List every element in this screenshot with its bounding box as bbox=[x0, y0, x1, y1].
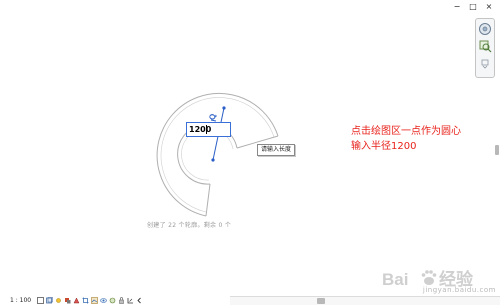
reveal-hidden-icon[interactable] bbox=[109, 297, 116, 304]
show-crop-icon[interactable] bbox=[91, 297, 98, 304]
render-icon[interactable] bbox=[73, 297, 80, 304]
detail-level-icon[interactable] bbox=[37, 297, 45, 304]
vertical-scrollbar[interactable] bbox=[494, 0, 500, 292]
annotation-line-1: 点击绘图区一点作为圆心 bbox=[351, 126, 461, 137]
chevron-left-icon[interactable] bbox=[136, 297, 143, 304]
window-controls: − □ × bbox=[450, 2, 496, 11]
visual-style-icon[interactable] bbox=[46, 297, 53, 304]
svg-text:Bai: Bai bbox=[382, 270, 408, 289]
radius-endpoint bbox=[222, 106, 226, 110]
nav-options-icon[interactable] bbox=[478, 56, 492, 70]
minimize-button[interactable]: − bbox=[450, 2, 464, 11]
crop-region-icon[interactable] bbox=[82, 297, 89, 304]
temporary-hide-icon[interactable] bbox=[100, 297, 107, 304]
lock-3d-icon[interactable] bbox=[118, 297, 125, 304]
view-scale[interactable]: 1 : 100 bbox=[10, 297, 31, 304]
length-tooltip: 请输入长度 bbox=[257, 144, 296, 156]
end-cap-left bbox=[205, 183, 211, 217]
sun-path-icon[interactable] bbox=[55, 297, 62, 304]
instruction-annotation: 点击绘图区一点作为圆心 输入半径1200 bbox=[351, 124, 461, 154]
annotation-line-2: 输入半径1200 bbox=[351, 141, 417, 152]
maximize-button[interactable]: □ bbox=[466, 2, 480, 11]
vertical-scroll-thumb[interactable] bbox=[495, 145, 499, 155]
zoom-region-icon[interactable] bbox=[478, 39, 492, 53]
shadows-icon[interactable] bbox=[64, 297, 71, 304]
center-point bbox=[211, 158, 215, 162]
revit-drawing-view: Ⴍ 请输入长度 创建了 22 个轮廓。剩余 0 个 点击绘图区一点作为圆心 输入… bbox=[0, 0, 500, 305]
horizontal-scroll-thumb[interactable] bbox=[317, 298, 325, 304]
text-caret bbox=[206, 125, 207, 134]
paw-icon bbox=[421, 270, 437, 285]
watermark-url: jingyan.baidu.com bbox=[422, 286, 496, 294]
dimension-glyph: Ⴍ bbox=[209, 113, 218, 121]
view-control-bar: 1 : 100 bbox=[0, 296, 230, 305]
sketch-status-text: 创建了 22 个轮廓。剩余 0 个 bbox=[147, 222, 232, 229]
radius-input[interactable] bbox=[186, 122, 231, 137]
steering-wheel-icon[interactable] bbox=[478, 22, 492, 36]
analytical-model-icon[interactable] bbox=[127, 297, 134, 304]
navigation-bar bbox=[475, 18, 495, 78]
